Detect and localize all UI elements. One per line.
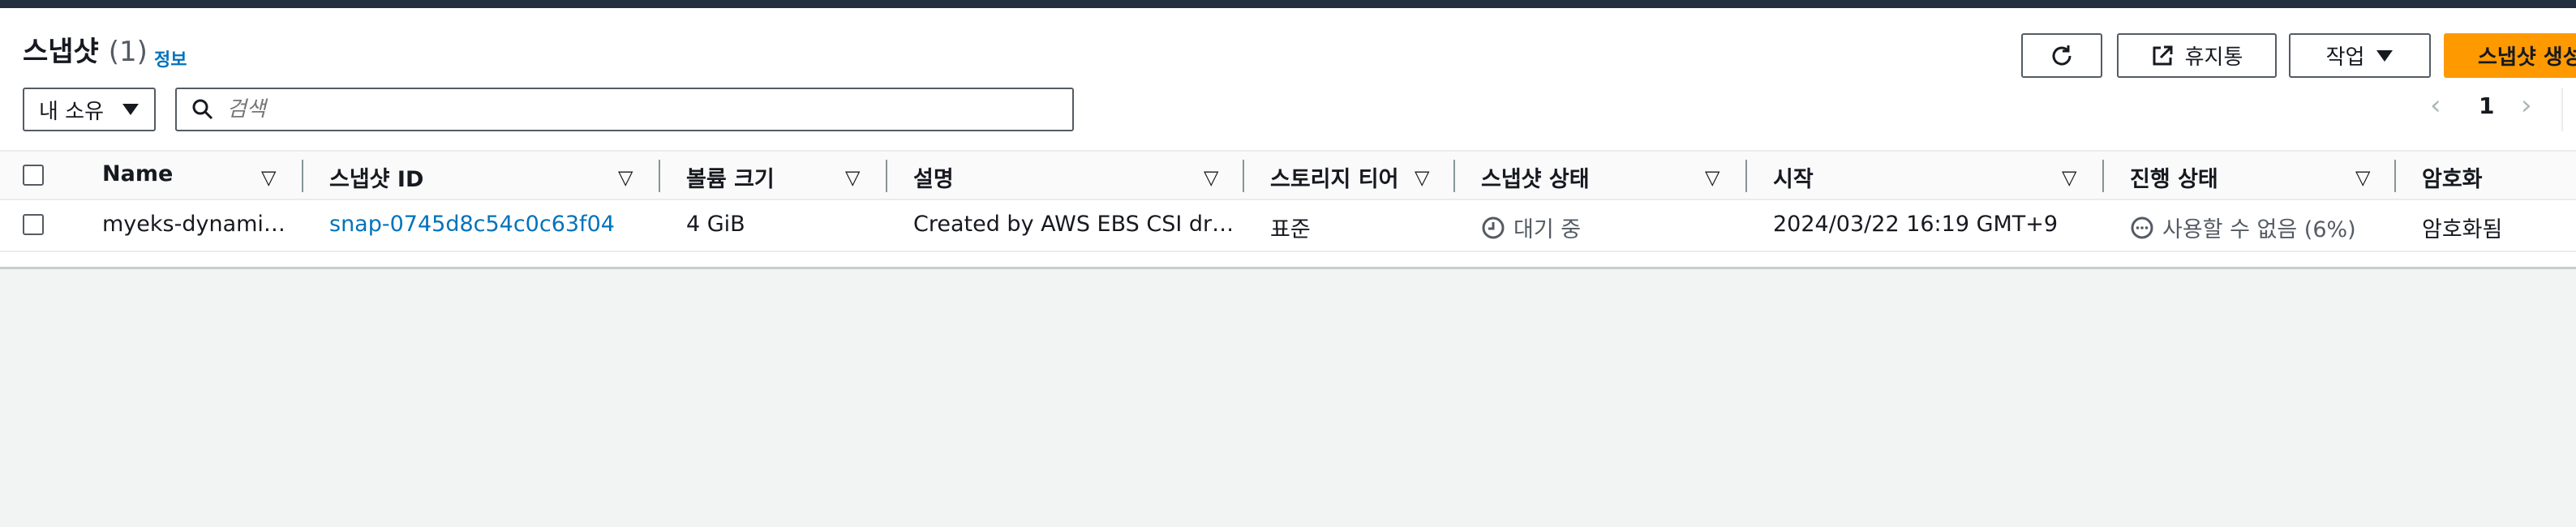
current-page-number[interactable]: 1 <box>2479 92 2494 119</box>
select-all-checkbox[interactable] <box>23 165 44 186</box>
refresh-button[interactable] <box>2021 33 2102 78</box>
create-snapshot-label: 스냅샷 생성 <box>2478 45 2576 70</box>
column-header-started[interactable]: 시작 <box>1773 161 1814 193</box>
create-snapshot-button[interactable]: 스냅샷 생성 <box>2444 33 2576 78</box>
sort-icon[interactable]: ▽ <box>2355 166 2370 189</box>
search-icon <box>191 98 214 121</box>
column-header-volume-size[interactable]: 볼륨 크기 <box>686 161 775 193</box>
cell-encryption: 암호화됨 <box>2422 217 2503 242</box>
cell-storage-tier: 표준 <box>1270 217 1311 242</box>
column-divider[interactable] <box>1243 160 1244 192</box>
sort-icon[interactable]: ▽ <box>1415 166 1429 189</box>
column-divider[interactable] <box>1453 160 1455 192</box>
refresh-icon <box>2049 43 2075 69</box>
sort-icon[interactable]: ▽ <box>845 166 860 189</box>
table-row[interactable]: myeks-dynami… snap-0745d8c54c0c63f04 4 G… <box>0 200 2576 252</box>
console-top-bar <box>0 0 2576 8</box>
sort-icon[interactable]: ▽ <box>1204 166 1218 189</box>
cell-snapshot-id-link[interactable]: snap-0745d8c54c0c63f04 <box>329 212 615 237</box>
sort-icon[interactable]: ▽ <box>1705 166 1719 189</box>
owner-filter-value: 내 소유 <box>39 99 105 124</box>
snapshot-count: (1) <box>108 36 148 68</box>
recycle-bin-button[interactable]: 휴지통 <box>2117 33 2277 78</box>
column-header-description[interactable]: 설명 <box>913 161 954 193</box>
recycle-bin-label: 휴지통 <box>2184 45 2243 70</box>
column-header-name[interactable]: Name <box>102 161 173 186</box>
previous-page-icon[interactable]: ‹ <box>2430 89 2441 122</box>
caret-down-icon <box>2376 49 2394 62</box>
column-header-snapshot-id[interactable]: 스냅샷 ID <box>329 161 423 193</box>
progress-text: 사용할 수 없음 (6%) <box>2162 217 2356 242</box>
caret-down-icon <box>122 103 140 116</box>
cell-started: 2024/03/22 16:19 GMT+9 <box>1773 212 2059 237</box>
cell-volume-size: 4 GiB <box>686 212 745 237</box>
column-header-encryption[interactable]: 암호화 <box>2422 161 2483 193</box>
pager-divider <box>2561 88 2563 131</box>
row-checkbox[interactable] <box>23 214 44 235</box>
column-divider[interactable] <box>302 160 303 192</box>
column-divider[interactable] <box>886 160 887 192</box>
actions-label: 작업 <box>2325 45 2365 70</box>
snapshot-state-text: 대기 중 <box>1513 217 1582 242</box>
info-link[interactable]: 정보 <box>154 45 187 71</box>
column-header-progress[interactable]: 진행 상태 <box>2130 161 2218 193</box>
column-divider[interactable] <box>659 160 660 192</box>
table-header: Name ▽ 스냅샷 ID ▽ 볼륨 크기 ▽ 설명 ▽ 스토리지 티어 ▽ 스… <box>0 150 2576 200</box>
page-title: 스냅샷 (1) <box>23 29 148 69</box>
sort-icon[interactable]: ▽ <box>618 166 633 189</box>
search-input[interactable] <box>227 97 1038 122</box>
page-title-text: 스냅샷 <box>23 36 99 68</box>
cell-progress: 사용할 수 없음 (6%) <box>2130 212 2356 243</box>
snapshots-panel: 스냅샷 (1) 정보 휴지통 작업 스냅샷 생성 내 소유 ‹ 1 › <box>0 8 2576 269</box>
column-header-snapshot-state[interactable]: 스냅샷 상태 <box>1481 161 1590 193</box>
column-header-storage-tier[interactable]: 스토리지 티어 <box>1270 161 1398 193</box>
cell-description: Created by AWS EBS CSI dr… <box>913 212 1234 237</box>
column-divider[interactable] <box>2102 160 2104 192</box>
more-info-icon <box>2130 216 2154 240</box>
sort-icon[interactable]: ▽ <box>261 166 276 189</box>
cell-name: myeks-dynami… <box>102 212 286 237</box>
column-divider[interactable] <box>2394 160 2396 192</box>
column-divider[interactable] <box>1745 160 1747 192</box>
clock-icon <box>1481 216 1505 240</box>
sort-icon[interactable]: ▽ <box>2062 166 2076 189</box>
next-page-icon[interactable]: › <box>2521 89 2532 122</box>
actions-dropdown[interactable]: 작업 <box>2289 33 2431 78</box>
owner-filter-select[interactable]: 내 소유 <box>23 88 156 131</box>
search-box <box>175 88 1074 131</box>
external-link-icon <box>2151 45 2174 67</box>
cell-snapshot-state: 대기 중 <box>1481 212 1581 243</box>
